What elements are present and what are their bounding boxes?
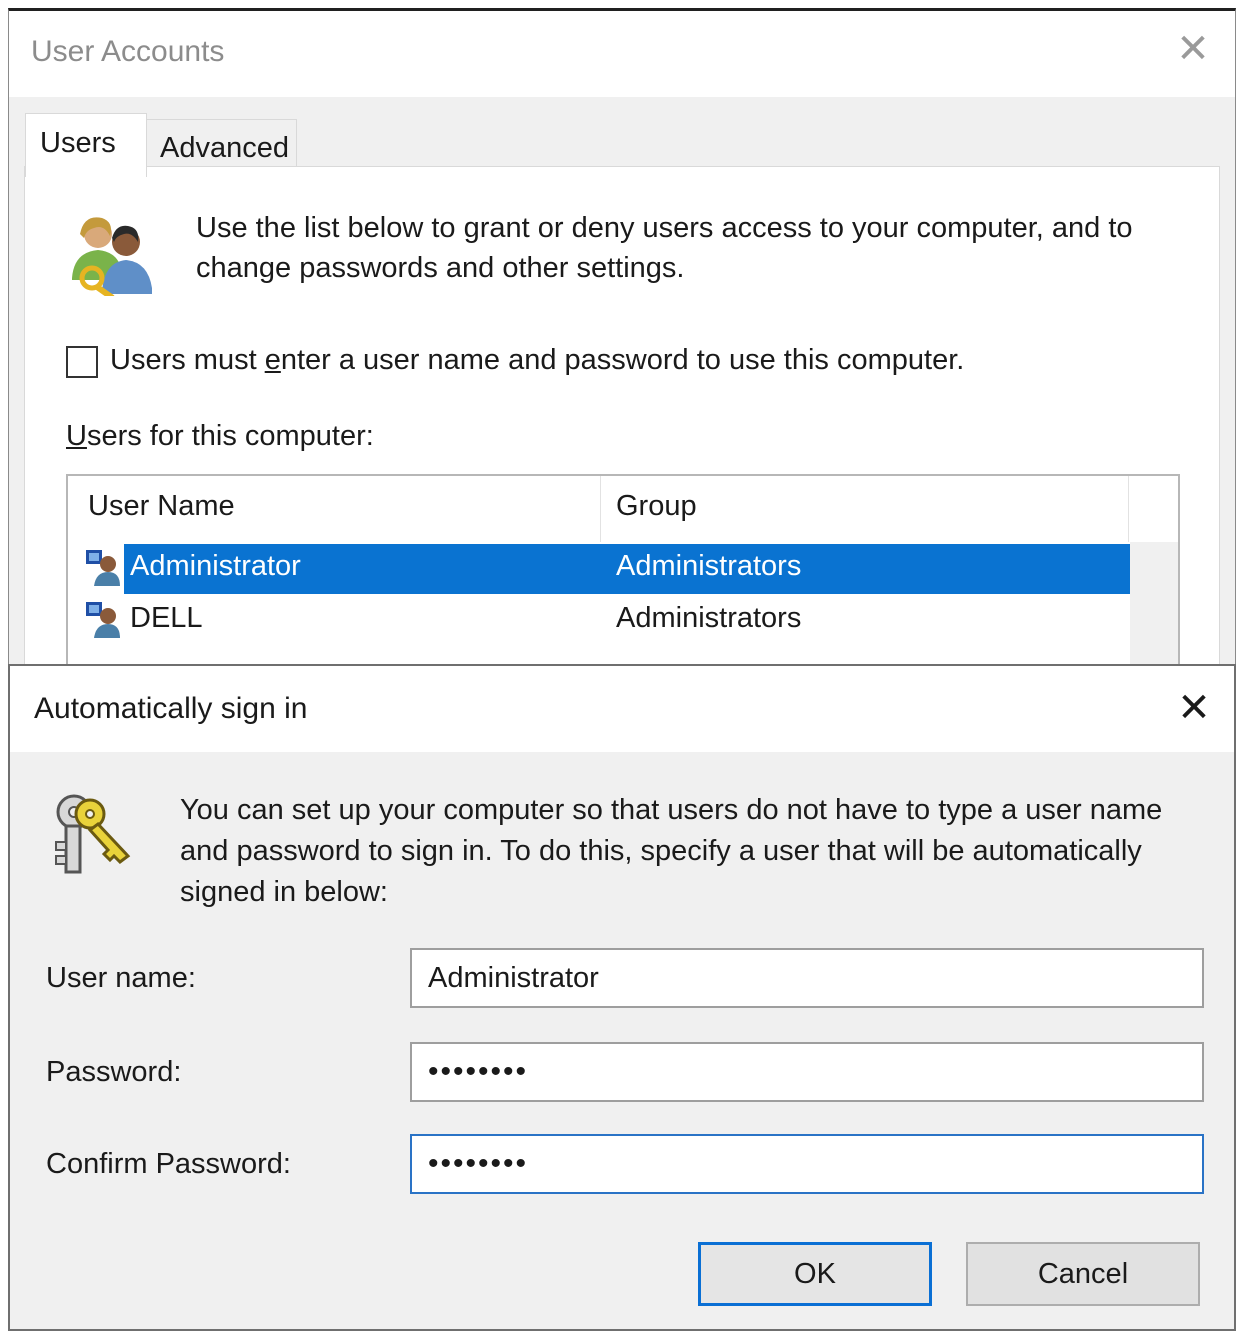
confirm-password-label: Confirm Password:	[46, 1148, 291, 1180]
user-name-cell: DELL	[130, 602, 203, 634]
users-intro-text: Use the list below to grant or deny user…	[196, 212, 1133, 284]
user-icon	[86, 550, 120, 586]
users-icon	[72, 217, 152, 296]
password-label: Password:	[46, 1056, 182, 1088]
dialog-title: Automatically sign in	[34, 692, 308, 725]
column-divider	[600, 476, 601, 542]
cancel-button[interactable]: Cancel	[966, 1242, 1200, 1306]
table-row[interactable]: Administrator Administrators	[78, 544, 1130, 594]
ok-button[interactable]: OK	[698, 1242, 932, 1306]
column-divider	[1128, 476, 1129, 542]
close-icon[interactable]: ✕	[1173, 29, 1213, 69]
require-login-checkbox[interactable]	[66, 346, 98, 378]
window-title: User Accounts	[31, 35, 225, 68]
users-list-label: Users for this computer:	[66, 420, 374, 452]
table-row[interactable]: DELL Administrators	[78, 596, 1130, 646]
user-icon	[86, 602, 120, 638]
auto-sign-in-dialog: Automatically sign in ✕ You can set up y…	[8, 664, 1236, 1331]
column-header-group[interactable]: Group	[616, 490, 697, 523]
user-name-cell: Administrator	[130, 550, 301, 582]
title-bar: Automatically sign in ✕	[10, 666, 1234, 752]
list-empty-area	[1130, 542, 1178, 664]
user-name-field[interactable]	[410, 948, 1204, 1008]
users-list[interactable]: User Name Group Administrator Administra…	[66, 474, 1180, 664]
user-name-label: User name:	[46, 962, 196, 994]
require-login-label[interactable]: Users must enter a user name and passwor…	[110, 344, 964, 377]
password-field[interactable]	[410, 1042, 1204, 1102]
title-bar: User Accounts ✕	[9, 11, 1235, 97]
confirm-password-field[interactable]	[410, 1134, 1204, 1194]
auto-sign-in-intro-text: You can set up your computer so that use…	[180, 794, 1163, 908]
close-icon[interactable]: ✕	[1174, 688, 1214, 728]
group-cell: Administrators	[616, 550, 802, 582]
keys-icon	[55, 794, 131, 874]
tab-users[interactable]: Users	[25, 113, 147, 177]
column-header-user-name[interactable]: User Name	[88, 490, 235, 523]
group-cell: Administrators	[616, 602, 802, 634]
